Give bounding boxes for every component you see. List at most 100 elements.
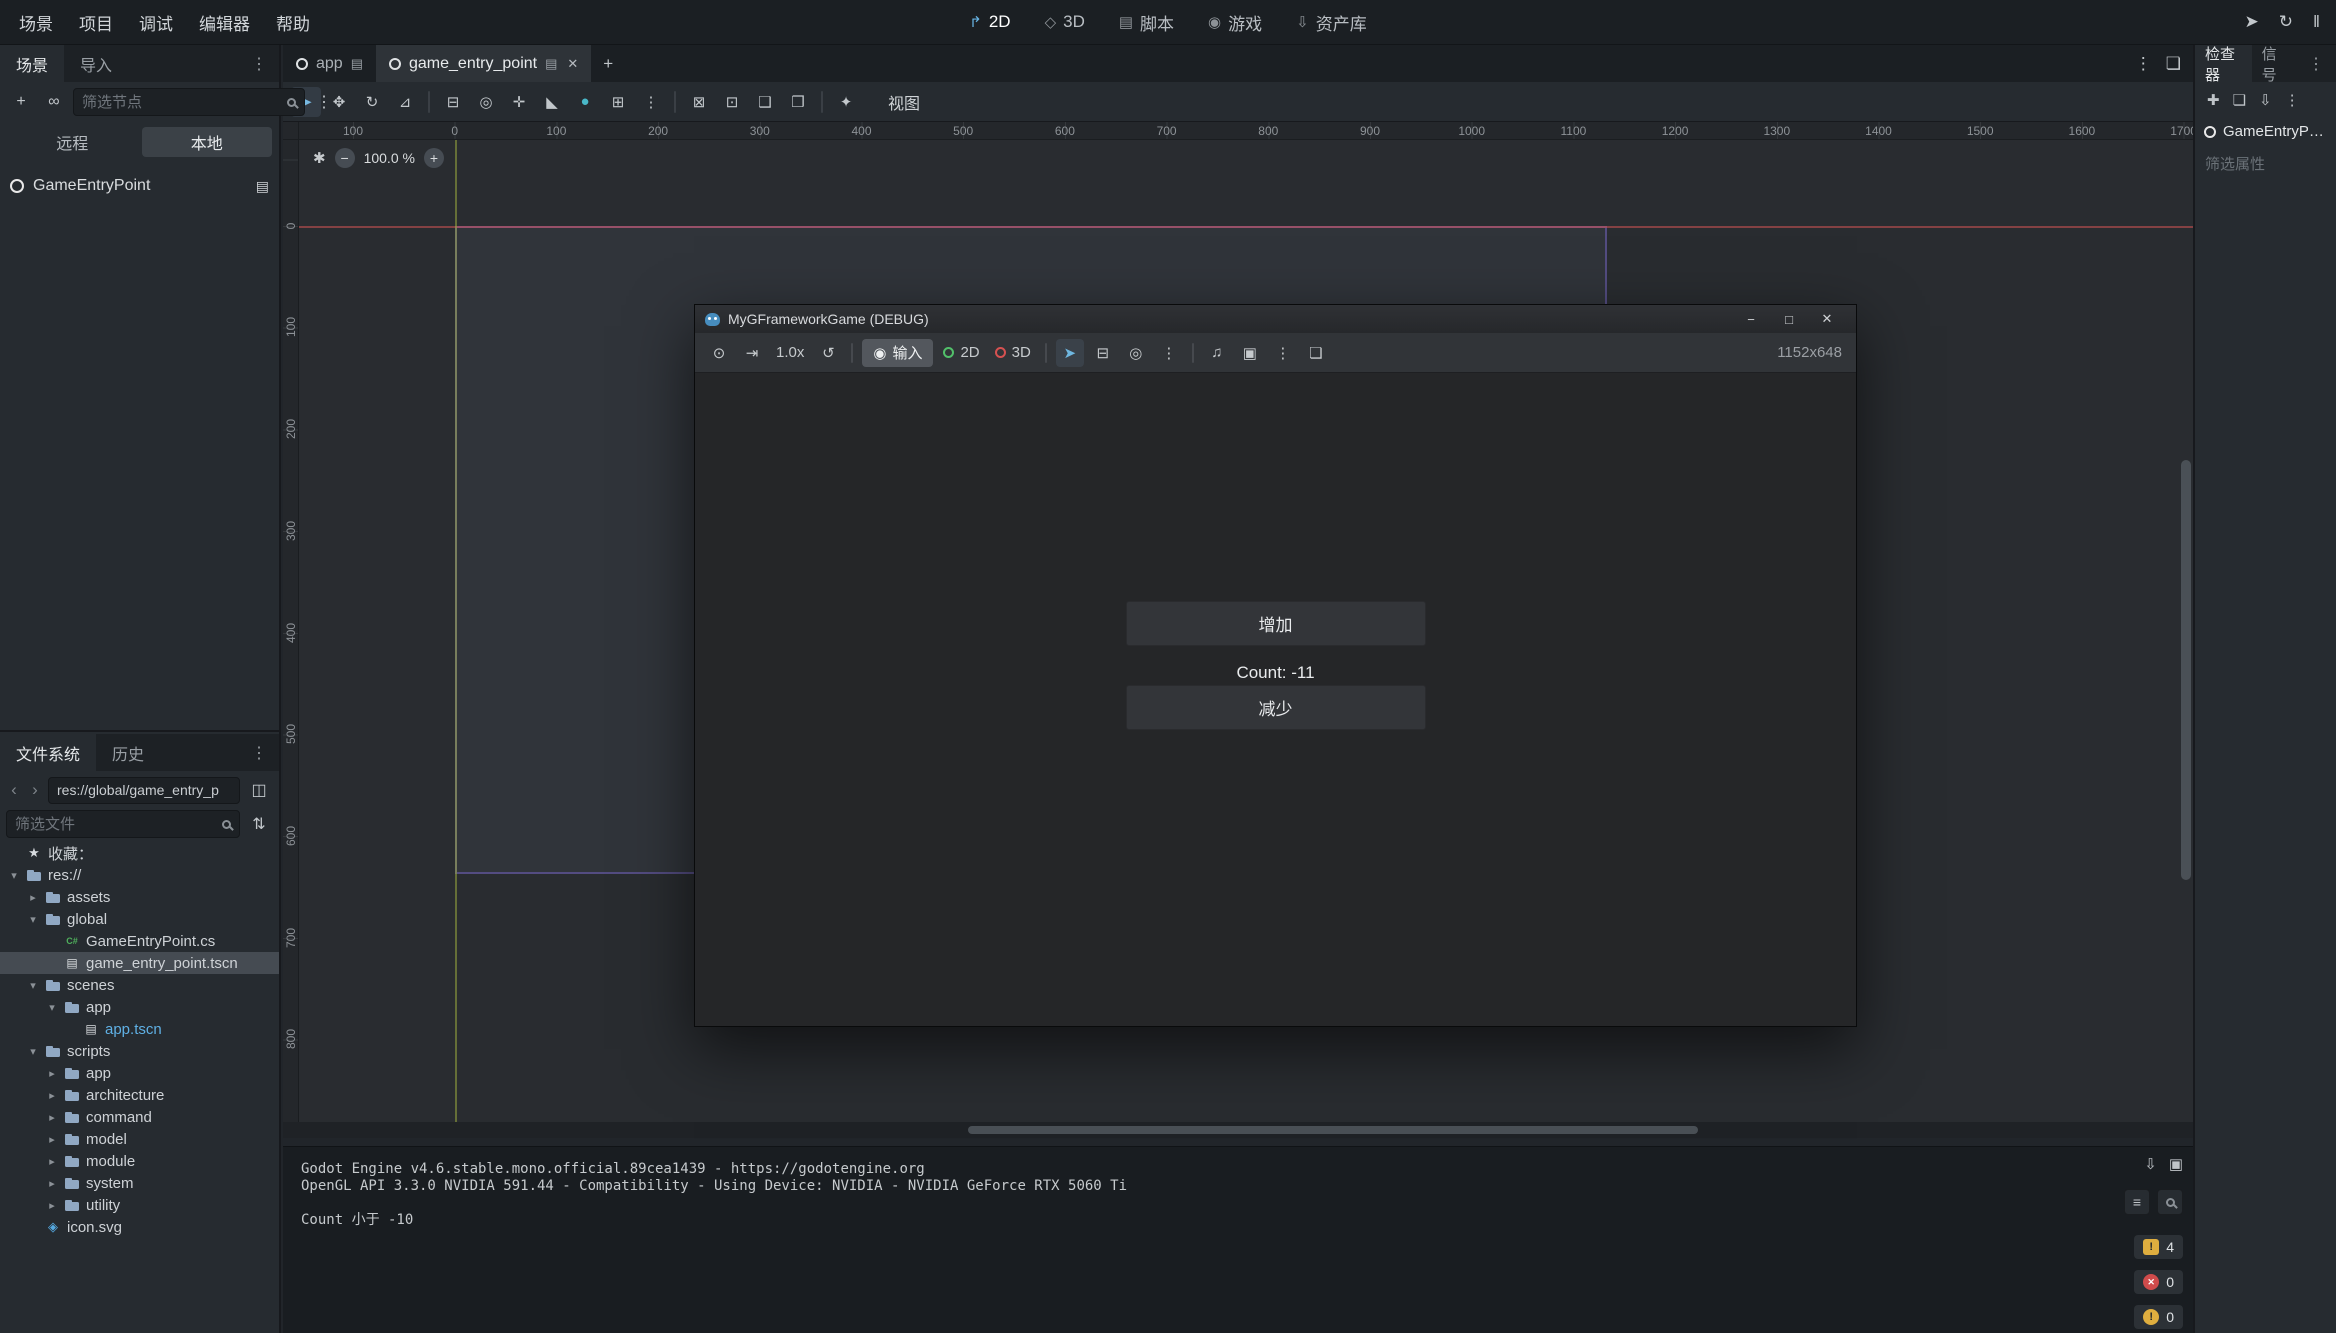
file-tree-item[interactable]: ▸ app: [0, 1062, 279, 1084]
asset-library[interactable]: ⇩ 资产库: [1284, 5, 1379, 40]
local-button[interactable]: 本地: [142, 127, 273, 157]
skeleton-options[interactable]: ✦: [831, 87, 861, 117]
close-tab-icon[interactable]: ✕: [567, 56, 578, 72]
scene-tree-kebab[interactable]: ⋮: [310, 88, 338, 116]
tab-signals[interactable]: 信号: [2252, 45, 2296, 82]
inspector-dock-kebab[interactable]: ⋮: [2296, 45, 2336, 82]
node-list-button[interactable]: ⊟: [1089, 339, 1117, 367]
zoom-in-button[interactable]: +: [424, 148, 444, 168]
speed-select[interactable]: 1.0x: [771, 339, 809, 367]
workspace-script[interactable]: ▤ 脚本: [1107, 5, 1186, 40]
cursor-tool-icon[interactable]: ➤: [2244, 12, 2258, 32]
camera-override-button[interactable]: ▣: [1236, 339, 1264, 367]
reset-speed-button[interactable]: ↺: [814, 339, 842, 367]
session-options[interactable]: ⊙: [705, 339, 733, 367]
scene-tab-app[interactable]: app ▤: [283, 45, 376, 82]
measure-tool[interactable]: ◣: [537, 87, 567, 117]
decrease-button[interactable]: 减少: [1126, 685, 1426, 730]
fullscreen-button[interactable]: ❏: [1302, 339, 1330, 367]
increase-button[interactable]: 增加: [1126, 601, 1426, 646]
visibility-button[interactable]: ◎: [1122, 339, 1150, 367]
workspace-2d[interactable]: ↱ 2D: [957, 7, 1022, 37]
pick-options-kebab[interactable]: ⋮: [1155, 339, 1183, 367]
pick-mode-button[interactable]: ➤: [1056, 339, 1084, 367]
file-tree-item[interactable]: ▾ scenes: [0, 974, 279, 996]
expand-chevron-icon[interactable]: ▸: [46, 1155, 58, 1168]
minimize-button[interactable]: −: [1732, 305, 1770, 333]
file-tree-item[interactable]: ▾ global: [0, 908, 279, 930]
file-tree-item[interactable]: ▸ architecture: [0, 1084, 279, 1106]
tab-inspector[interactable]: 检查器: [2195, 45, 2252, 82]
file-tree-item[interactable]: ▾ res://: [0, 864, 279, 886]
mode-2d-toggle[interactable]: 2D: [938, 339, 984, 367]
load-resource-button[interactable]: ❏: [2233, 91, 2246, 109]
vscroll-thumb[interactable]: [2181, 460, 2191, 880]
reload-icon[interactable]: ↻: [2279, 12, 2293, 32]
expand-chevron-icon[interactable]: ▸: [46, 1067, 58, 1080]
lock-node-button[interactable]: ⊠: [684, 87, 714, 117]
file-tree-item[interactable]: ▸ module: [0, 1150, 279, 1172]
save-resource-button[interactable]: ⇩: [2259, 91, 2272, 109]
add-node-button[interactable]: +: [7, 88, 35, 116]
expand-chevron-icon[interactable]: ▾: [46, 1001, 58, 1014]
maximize-button[interactable]: □: [1770, 305, 1808, 333]
tab-history[interactable]: 历史: [96, 734, 160, 771]
file-tree-item[interactable]: ▾ scripts: [0, 1040, 279, 1062]
group-nodes-button[interactable]: ❑: [750, 87, 780, 117]
errors-badge[interactable]: ✕ 0: [2134, 1270, 2183, 1294]
resource-kebab[interactable]: ⋮: [2285, 91, 2300, 109]
snap-indicator-icon[interactable]: ✱: [313, 149, 326, 167]
editor-menu[interactable]: 编辑器: [186, 10, 263, 35]
filter-log-toggle[interactable]: ≡: [2124, 1189, 2150, 1215]
expand-chevron-icon[interactable]: ▸: [46, 1177, 58, 1190]
file-tree-item[interactable]: ▸ command: [0, 1106, 279, 1128]
expand-chevron-icon[interactable]: ▸: [27, 891, 39, 904]
expand-chevron-icon[interactable]: ▾: [27, 913, 39, 926]
scene-tab-game-entry-point[interactable]: game_entry_point ▤ ✕: [376, 45, 591, 82]
copy-log-button[interactable]: ▣: [2169, 1155, 2183, 1173]
filesystem-dock-kebab[interactable]: ⋮: [239, 734, 279, 771]
expand-viewport-button[interactable]: ❏: [2166, 54, 2181, 74]
debug-menu[interactable]: 调试: [126, 10, 186, 35]
mode-3d-toggle[interactable]: 3D: [990, 339, 1036, 367]
file-tree-item[interactable]: ▸ model: [0, 1128, 279, 1150]
zoom-out-button[interactable]: −: [335, 148, 355, 168]
scene-node-row[interactable]: GameEntryPoint ▤: [0, 170, 279, 202]
project-menu[interactable]: 项目: [66, 10, 126, 35]
remote-button[interactable]: 远程: [7, 127, 138, 157]
view-menu[interactable]: 视图: [876, 86, 932, 118]
instantiate-scene-button[interactable]: ∞: [40, 88, 68, 116]
file-tree-item[interactable]: ▤ app.tscn: [0, 1018, 279, 1040]
warnings-badge[interactable]: ! 0: [2134, 1305, 2183, 1329]
add-scene-tab-button[interactable]: +: [591, 45, 625, 82]
search-log-toggle[interactable]: [2157, 1189, 2183, 1215]
pan-tool[interactable]: ✛: [504, 87, 534, 117]
attached-script-icon[interactable]: ▤: [256, 178, 269, 195]
nav-back-button[interactable]: ‹: [6, 780, 22, 800]
file-tree-item[interactable]: ▸ utility: [0, 1194, 279, 1216]
unlock-node-button[interactable]: ⊡: [717, 87, 747, 117]
help-menu[interactable]: 帮助: [263, 10, 323, 35]
canvas-hscrollbar[interactable]: [283, 1122, 2193, 1138]
selection-list-tool[interactable]: ⊟: [438, 87, 468, 117]
scene-dock-kebab[interactable]: ⋮: [239, 45, 279, 82]
input-toggle[interactable]: ◉ 输入: [862, 339, 933, 367]
tab-import[interactable]: 导入: [64, 45, 128, 82]
expand-chevron-icon[interactable]: ▸: [46, 1133, 58, 1146]
expand-chevron-icon[interactable]: ▸: [46, 1199, 58, 1212]
filter-nodes-input[interactable]: [82, 94, 281, 111]
file-tree-item[interactable]: ▸ assets: [0, 886, 279, 908]
scale-tool[interactable]: ⊿: [390, 87, 420, 117]
expand-chevron-icon[interactable]: ▾: [27, 979, 39, 992]
save-log-button[interactable]: ⇩: [2144, 1155, 2157, 1173]
scene-tabs-kebab[interactable]: ⋮: [2135, 54, 2152, 74]
filter-properties[interactable]: 筛选属性: [2195, 145, 2336, 182]
pivot-tool[interactable]: ◎: [471, 87, 501, 117]
nav-forward-button[interactable]: ›: [27, 780, 43, 800]
expand-chevron-icon[interactable]: ▸: [46, 1089, 58, 1102]
close-window-button[interactable]: ✕: [1808, 305, 1846, 333]
next-frame-button[interactable]: ⇥: [738, 339, 766, 367]
workspace-3d[interactable]: ◇ 3D: [1033, 7, 1097, 37]
split-view-button[interactable]: ◫: [245, 776, 273, 804]
workspace-game[interactable]: ◉ 游戏: [1196, 5, 1274, 40]
